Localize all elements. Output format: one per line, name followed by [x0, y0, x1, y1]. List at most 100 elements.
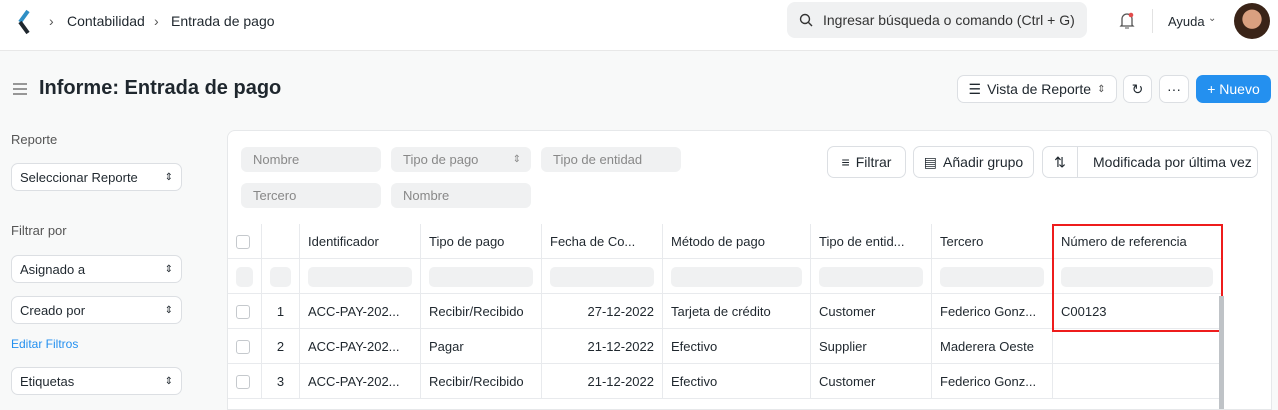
top-navbar: › Contabilidad › Entrada de pago Ingresa…	[0, 0, 1278, 51]
tercero-filter[interactable]: Tercero	[241, 183, 381, 208]
search-placeholder: Ingresar búsqueda o comando (Ctrl + G)	[823, 12, 1075, 28]
table-cell: ACC-PAY-202...	[300, 364, 421, 399]
assigned-to-select[interactable]: Asignado a ⇕	[11, 255, 182, 283]
column-filter	[421, 259, 542, 294]
sidebar-toggle-icon[interactable]	[12, 82, 28, 96]
table-cell: Efectivo	[663, 329, 811, 364]
chevron-right-icon: ›	[154, 13, 159, 29]
select-all-checkbox[interactable]	[236, 234, 250, 249]
table-cell: 3	[262, 364, 300, 399]
cell-value: Pagar	[429, 339, 464, 354]
more-icon: ···	[1167, 81, 1181, 97]
group-label: Añadir grupo	[943, 154, 1024, 170]
report-select[interactable]: Seleccionar Reporte ⇕	[11, 163, 182, 191]
cell-value: Maderera Oeste	[940, 339, 1034, 354]
more-button[interactable]: ···	[1159, 75, 1189, 103]
created-value: Creado por	[20, 302, 86, 318]
tipo-pago-placeholder: Tipo de pago	[403, 152, 479, 167]
column-filter	[300, 259, 421, 294]
view-selector[interactable]: ☰ Vista de Reporte ⇕	[957, 75, 1117, 103]
table-cell	[1053, 364, 1222, 399]
column-filter	[228, 259, 262, 294]
table-cell: Tarjeta de crédito	[663, 294, 811, 329]
highlight-box	[1052, 224, 1223, 332]
table-cell: Supplier	[811, 329, 932, 364]
add-group-button[interactable]: ▤ Añadir grupo	[913, 146, 1034, 178]
cell-value: Customer	[819, 304, 876, 319]
row-checkbox[interactable]	[236, 374, 250, 389]
updown-icon: ⇕	[1097, 83, 1106, 95]
breadcrumb-contabilidad[interactable]: Contabilidad	[67, 13, 145, 29]
avatar[interactable]	[1234, 3, 1270, 39]
column-filter-input[interactable]	[671, 266, 802, 287]
table-cell	[228, 364, 262, 399]
table-cell: 27-12-2022	[542, 294, 663, 329]
edit-filters-link[interactable]: Editar Filtros	[11, 337, 78, 351]
row-checkbox[interactable]	[236, 339, 250, 354]
nombre2-filter[interactable]: Nombre	[391, 183, 531, 208]
column-header-label: Tercero	[940, 234, 984, 249]
updown-icon: ⇕	[164, 375, 173, 387]
filter-icon: ≡	[841, 154, 850, 170]
column-header-label: Tipo de pago	[429, 234, 505, 249]
tipo-pago-filter[interactable]: Tipo de pago ⇕	[391, 147, 531, 172]
search-icon	[799, 13, 813, 27]
table-cell: Efectivo	[663, 364, 811, 399]
view-label: Vista de Reporte	[987, 81, 1092, 97]
new-button[interactable]: + Nuevo	[1196, 75, 1271, 103]
nombre-filter[interactable]: Nombre	[241, 147, 381, 172]
refresh-button[interactable]: ↻	[1123, 75, 1152, 103]
help-menu[interactable]: Ayuda	[1168, 14, 1205, 29]
column-filter-input[interactable]	[236, 266, 253, 287]
created-by-select[interactable]: Creado por ⇕	[11, 296, 182, 324]
scrollbar[interactable]	[1219, 296, 1224, 409]
bell-icon[interactable]	[1118, 11, 1136, 31]
cell-value: ACC-PAY-202...	[308, 304, 400, 319]
table-cell: 21-12-2022	[542, 364, 663, 399]
cell-value: ACC-PAY-202...	[308, 374, 400, 389]
refresh-icon: ↻	[1131, 80, 1144, 97]
table-cell: Recibir/Recibido	[421, 364, 542, 399]
column-header-label: Método de pago	[671, 234, 765, 249]
column-filter-input[interactable]	[429, 266, 533, 287]
cell-value: Federico Gonz...	[940, 374, 1037, 389]
sort-label: Modificada por última vez	[1093, 154, 1252, 170]
table-cell: Recibir/Recibido	[421, 294, 542, 329]
column-filter-input[interactable]	[940, 266, 1044, 287]
cell-value: Supplier	[819, 339, 867, 354]
assigned-value: Asignado a	[20, 261, 86, 277]
updown-icon: ⇕	[164, 304, 173, 316]
row-checkbox[interactable]	[236, 304, 250, 319]
chevron-right-icon: ›	[49, 13, 54, 29]
column-filter	[542, 259, 663, 294]
cell-value: Efectivo	[671, 374, 718, 389]
cell-value: Recibir/Recibido	[429, 304, 524, 319]
column-header: Identificador	[300, 224, 421, 259]
tipo-entidad-filter[interactable]: Tipo de entidad	[541, 147, 681, 172]
column-filter-input[interactable]	[308, 266, 412, 287]
updown-icon: ⇕	[512, 154, 521, 165]
app-logo-icon[interactable]	[16, 9, 32, 35]
tags-value: Etiquetas	[20, 373, 75, 389]
search-bar[interactable]: Ingresar búsqueda o comando (Ctrl + G)	[787, 2, 1087, 38]
cell-value: Recibir/Recibido	[429, 374, 524, 389]
divider	[1152, 9, 1153, 33]
report-select-value: Seleccionar Reporte	[20, 169, 138, 185]
table-cell	[1053, 329, 1222, 364]
tags-select[interactable]: Etiquetas ⇕	[11, 367, 182, 395]
sort-button[interactable]: ⇅ Modificada por última vez	[1042, 146, 1258, 178]
updown-icon: ⇕	[164, 171, 173, 183]
cell-value: 21-12-2022	[587, 374, 655, 389]
column-filter-input[interactable]	[270, 266, 291, 287]
report-card: Nombre Tipo de pago ⇕ Tipo de entidad Ter…	[227, 130, 1272, 410]
breadcrumb-entrada-de-pago[interactable]: Entrada de pago	[171, 13, 275, 29]
filter-button[interactable]: ≡ Filtrar	[827, 146, 906, 178]
list-icon: ☰	[968, 80, 982, 97]
cell-value: Federico Gonz...	[940, 304, 1037, 319]
cell-value: Customer	[819, 374, 876, 389]
column-filter-input[interactable]	[550, 266, 654, 287]
column-filter	[663, 259, 811, 294]
column-filter	[262, 259, 300, 294]
sort-direction-icon[interactable]: ⇅	[1043, 147, 1078, 177]
column-filter-input[interactable]	[819, 266, 923, 287]
